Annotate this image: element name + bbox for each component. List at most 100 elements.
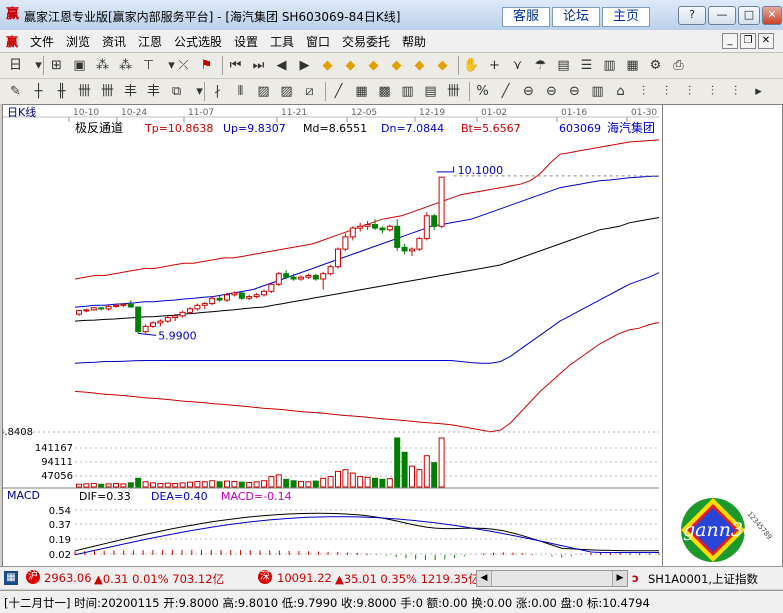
menu-settings[interactable]: 设置 [234,33,258,50]
menu-gann[interactable]: 江恩 [138,33,162,50]
candle-body[interactable] [83,309,90,312]
hatch-icon[interactable]: ▨ [254,82,273,101]
candle-body[interactable] [312,274,319,280]
diamond-5-icon[interactable]: ◆ [410,56,429,75]
percent-icon[interactable]: % [473,82,492,101]
grid-icon[interactable]: ▦ [4,571,18,585]
candle-body[interactable] [142,325,149,333]
line-icon[interactable]: ╱ [329,82,348,101]
candle-body[interactable] [90,307,97,311]
candle-body[interactable] [416,238,423,250]
diamond-6-icon[interactable]: ◆ [433,56,452,75]
candle-body[interactable] [283,273,290,278]
candle-body[interactable] [438,176,445,227]
kline-chart[interactable]: 日K线 10-10 10-24 11-07 11-21 12-05 12-19 01-02 01… [0,105,663,566]
pen-icon[interactable]: ✎ [6,82,25,101]
candle-body[interactable] [253,294,260,298]
candle-body[interactable] [187,308,193,313]
menu-window[interactable]: 窗口 [306,33,330,50]
last-page-icon[interactable]: ⏭ [249,56,268,75]
candle-body[interactable] [305,274,312,278]
candle-body[interactable] [401,246,408,252]
candle-body[interactable] [342,236,349,250]
crosshair-icon[interactable]: + [485,56,504,75]
mdi-restore-button[interactable]: ❐ [740,33,756,49]
candle-body[interactable] [290,276,297,280]
candle-body[interactable] [224,294,230,301]
circle-minus-3-icon[interactable]: ⊖ [565,82,584,101]
prev-icon[interactable]: ◀ [272,56,291,75]
arrow-cluster-5-icon[interactable]: ⫶ [726,82,745,101]
menu-trade[interactable]: 交易委托 [342,33,390,50]
arrow-cluster-icon[interactable]: ⫶ [634,82,653,101]
mdi-close-button[interactable]: ✕ [758,33,774,49]
first-page-icon[interactable]: ⏮ [226,56,245,75]
candle-body[interactable] [201,303,208,306]
candle-body[interactable] [127,303,134,308]
block-icon[interactable]: ▥ [588,82,607,101]
stairs-icon[interactable]: ▤ [421,82,440,101]
scatter-icon[interactable]: ⁂ [93,56,112,75]
candle-body[interactable] [172,315,179,319]
candle-body[interactable] [216,297,223,301]
diamond-2-icon[interactable]: ◆ [341,56,360,75]
candle-body[interactable] [76,310,82,315]
candle-body[interactable] [394,225,401,248]
period-dropdown-icon[interactable]: ▾ [29,56,48,75]
candle-body[interactable] [327,266,334,275]
candle-body[interactable] [238,292,245,299]
status-scrollbar[interactable]: ◀ ▶ [476,570,628,587]
table-icon[interactable]: ▦ [352,82,371,101]
candle-body[interactable] [135,306,142,333]
menu-tools[interactable]: 工具 [270,33,294,50]
scroll-left-arrow-icon[interactable]: ◀ [477,571,492,586]
ladder-icon[interactable]: ▥ [398,82,417,101]
chart-panel[interactable]: 日K线 10-10 10-24 11-07 11-21 12-05 12-19 01-02 01… [0,104,664,567]
data-icon[interactable]: ▦ [623,56,642,75]
zoom-icon[interactable]: ⤫ [174,56,193,75]
candle-body[interactable] [157,320,164,324]
candle-body[interactable] [275,273,282,285]
minimize-button[interactable]: — [708,6,736,25]
candle-body[interactable] [150,322,156,327]
calendar-icon[interactable]: ☰ [577,56,596,75]
print-icon[interactable]: ⎙ [669,56,688,75]
candle-body[interactable] [379,227,386,231]
menu-info[interactable]: 资讯 [102,33,126,50]
nav-home-button[interactable]: 主页 [602,7,650,27]
pan-icon[interactable]: ✋ [462,56,481,75]
mdi-minimize-button[interactable]: _ [722,33,738,49]
candle-body[interactable] [364,224,371,227]
candle-body[interactable] [105,305,112,310]
diamond-4-icon[interactable]: ◆ [387,56,406,75]
menu-help[interactable]: 帮助 [402,33,426,50]
fib-icon[interactable]: 卌 [444,82,463,101]
diamond-3-icon[interactable]: ◆ [364,56,383,75]
bars-icon[interactable]: 卌 [75,82,94,101]
circle-minus-icon[interactable]: ⊖ [519,82,538,101]
candle-body[interactable] [261,290,267,296]
period-day-icon[interactable]: 日 [6,56,25,75]
candle-body[interactable] [372,224,378,229]
close-button[interactable]: ✕ [762,6,782,25]
circle-minus-2-icon[interactable]: ⊖ [542,82,561,101]
scroll-right-arrow-icon[interactable]: ▶ [612,571,627,586]
arrow-cluster-2-icon[interactable]: ⫶ [657,82,676,101]
grid-lines-icon[interactable]: ╫ [52,82,71,101]
fork-2-icon[interactable]: 丰 [144,82,163,101]
bars-2-icon[interactable]: 卌 [98,82,117,101]
pattern-icon[interactable]: ⁂ [116,56,135,75]
candle-body[interactable] [298,276,304,280]
diamond-1-icon[interactable]: ◆ [318,56,337,75]
candle-body[interactable] [113,304,119,307]
fan-icon[interactable]: ⋎ [508,56,527,75]
maximize-button[interactable]: □ [738,6,760,25]
dropdown-icon[interactable]: ▾ [190,82,209,101]
candle-body[interactable] [120,303,127,306]
candle-body[interactable] [431,215,438,227]
help-window-button[interactable]: ? [678,6,706,25]
candle-body[interactable] [409,248,415,252]
flag-icon[interactable]: ⚑ [197,56,216,75]
report-icon[interactable]: ▥ [600,56,619,75]
more-icon[interactable]: ▸ [749,82,768,101]
